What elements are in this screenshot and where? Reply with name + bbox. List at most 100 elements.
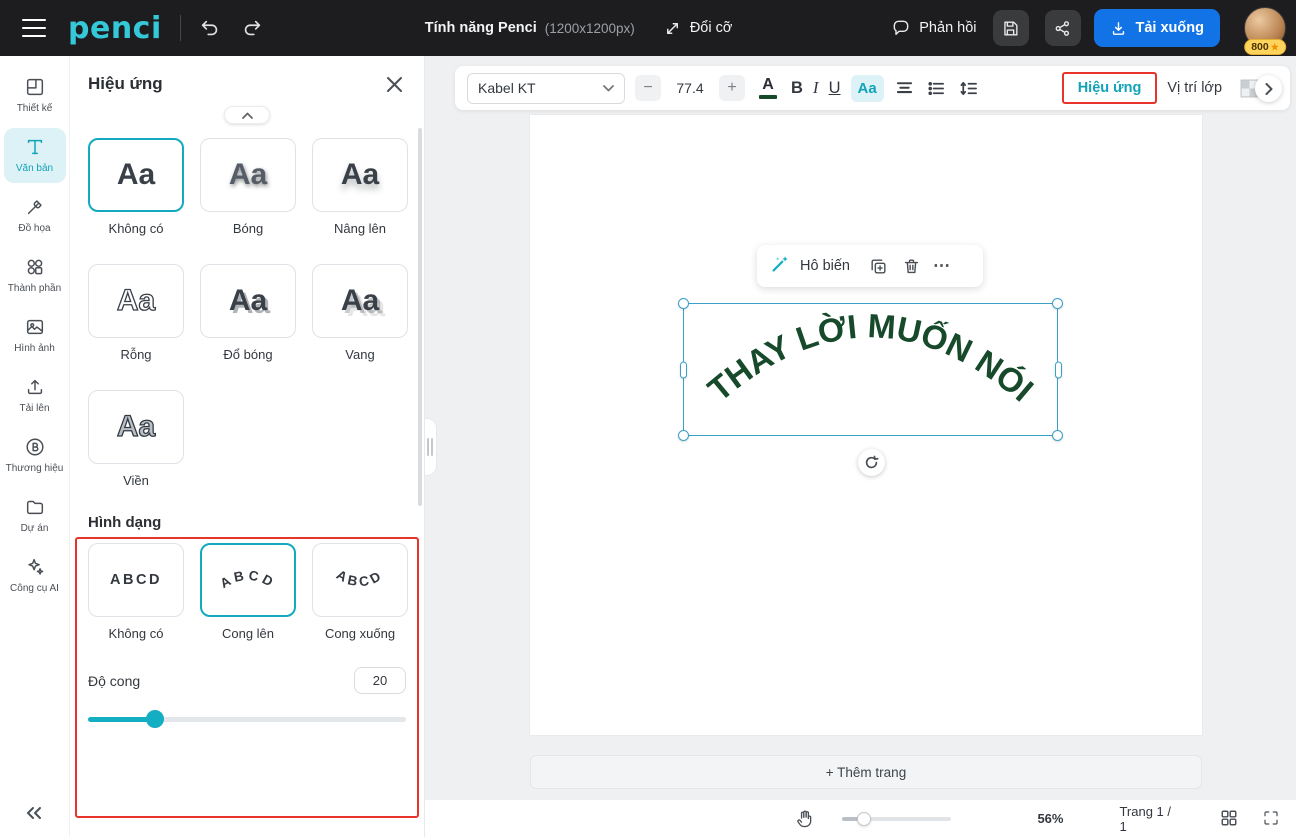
- font-select[interactable]: Kabel KT: [467, 73, 625, 104]
- chevron-down-icon: [603, 85, 614, 92]
- selected-text-element[interactable]: THAY LỜI MUỐN NÓI: [683, 303, 1058, 436]
- effect-card[interactable]: Aa: [88, 138, 184, 212]
- sidebar-item-graphics[interactable]: Đồ họa: [4, 188, 66, 243]
- bold-button[interactable]: B: [791, 79, 803, 98]
- document-title: Tính năng Penci: [425, 20, 537, 36]
- resize-button[interactable]: Đổi cỡ: [663, 19, 733, 38]
- rotate-icon: [864, 455, 879, 470]
- effect-card[interactable]: Aa: [312, 264, 408, 338]
- share-button[interactable]: [1045, 10, 1081, 46]
- undo-button[interactable]: [197, 15, 223, 41]
- redo-button[interactable]: [239, 15, 265, 41]
- canvas-page[interactable]: THAY LỜI MUỐN NÓI: [530, 115, 1202, 735]
- font-size-decrease-button[interactable]: −: [635, 75, 661, 101]
- collapse-sidebar-button[interactable]: [24, 804, 44, 827]
- effect-card[interactable]: Aa: [200, 264, 296, 338]
- curve-amount-input[interactable]: 20: [354, 667, 406, 694]
- list-button[interactable]: [926, 77, 948, 99]
- effects-button[interactable]: Hiệu ứng: [1068, 73, 1152, 103]
- slider-handle[interactable]: [146, 710, 164, 728]
- magic-wand-icon[interactable]: [769, 253, 791, 280]
- effects-panel: Hiệu ứng Aa Không có Aa Bóng Aa: [70, 56, 425, 837]
- text-icon: [24, 136, 46, 158]
- current-color-swatch: [759, 95, 777, 99]
- underline-button[interactable]: U: [829, 79, 841, 98]
- more-options-button[interactable]: ⋯: [933, 256, 951, 276]
- effect-card[interactable]: Aa: [88, 264, 184, 338]
- shape-card[interactable]: ABCD: [200, 543, 296, 617]
- effect-preview: Aa: [117, 286, 155, 316]
- feedback-button[interactable]: Phản hồi: [891, 18, 976, 38]
- effect-card-label: Vang: [312, 347, 408, 362]
- shape-card-curve-up: ABCD Cong lên: [200, 543, 296, 641]
- add-page-button[interactable]: + Thêm trang: [530, 755, 1202, 789]
- close-panel-button[interactable]: [382, 72, 406, 96]
- credits-badge[interactable]: 800 ★: [1244, 39, 1286, 55]
- sidebar-item-design[interactable]: Thiết kế: [4, 68, 66, 123]
- magic-transform-button[interactable]: Hô biến: [800, 258, 850, 274]
- layer-position-button[interactable]: Vị trí lớp: [1167, 80, 1222, 96]
- curve-slider[interactable]: [88, 710, 406, 728]
- sidebar-item-label: Dự án: [21, 523, 49, 534]
- font-size-value[interactable]: 77.4: [671, 80, 709, 96]
- save-button[interactable]: [993, 10, 1029, 46]
- align-center-icon: [895, 79, 914, 98]
- download-button[interactable]: Tải xuống: [1094, 9, 1220, 47]
- star-icon: ★: [1271, 42, 1279, 53]
- selection-handle-right[interactable]: [1055, 361, 1062, 378]
- line-spacing-button[interactable]: [958, 77, 980, 99]
- trash-icon: [902, 257, 921, 276]
- sidebar-item-text[interactable]: Văn bản: [4, 128, 66, 183]
- sidebar-item-ai-tools[interactable]: Công cụ AI: [4, 548, 66, 603]
- statusbar: 56% Trang 1 / 1: [425, 800, 1296, 837]
- align-button[interactable]: [894, 77, 916, 99]
- sidebar-item-label: Tải lên: [19, 403, 49, 414]
- selection-handle-top-left[interactable]: [678, 298, 689, 309]
- selection-handle-bottom-right[interactable]: [1052, 430, 1063, 441]
- selection-handle-left[interactable]: [680, 361, 687, 378]
- text-color-button[interactable]: A: [755, 77, 781, 99]
- sidebar-item-brand[interactable]: Thương hiệu: [4, 428, 66, 483]
- sidebar-item-elements[interactable]: Thành phần: [4, 248, 66, 303]
- sidebar-item-images[interactable]: Hình ảnh: [4, 308, 66, 363]
- selection-handle-top-right[interactable]: [1052, 298, 1063, 309]
- zoom-slider[interactable]: [842, 811, 951, 827]
- save-icon: [1001, 19, 1020, 38]
- divider: [180, 15, 181, 41]
- pan-tool-button[interactable]: [795, 808, 816, 830]
- shape-card[interactable]: ABCD: [312, 543, 408, 617]
- fullscreen-icon: [1262, 809, 1280, 827]
- document-info: Tính năng Penci (1200x1200px) Đổi cỡ: [425, 19, 733, 38]
- upload-icon: [24, 376, 46, 398]
- panel-resize-handle[interactable]: [425, 418, 437, 476]
- effect-card[interactable]: Aa: [88, 390, 184, 464]
- text-case-button[interactable]: Aa: [851, 75, 884, 102]
- duplicate-button[interactable]: [867, 254, 891, 278]
- sidebar-item-label: Văn bản: [16, 163, 53, 174]
- zoom-level: 56%: [1037, 811, 1063, 826]
- sidebar-item-projects[interactable]: Dự án: [4, 488, 66, 543]
- selection-handle-bottom-left[interactable]: [678, 430, 689, 441]
- grid-view-button[interactable]: [1220, 809, 1238, 829]
- collapse-section-button[interactable]: [224, 106, 270, 124]
- shape-card-label: Không có: [88, 626, 184, 641]
- effect-preview: Aa: [341, 160, 379, 190]
- delete-button[interactable]: [900, 254, 924, 278]
- zoom-slider-handle[interactable]: [857, 812, 871, 826]
- curved-text: THAY LỜI MUỐN NÓI: [684, 304, 1057, 435]
- sidebar-item-uploads[interactable]: Tải lên: [4, 368, 66, 423]
- panel-scrollbar[interactable]: [418, 128, 422, 506]
- effect-card[interactable]: Aa: [312, 138, 408, 212]
- effect-preview: Aa: [229, 286, 267, 316]
- italic-button[interactable]: I: [813, 78, 819, 98]
- font-size-increase-button[interactable]: +: [719, 75, 745, 101]
- toolbar-more-button[interactable]: [1255, 75, 1282, 102]
- rotate-handle[interactable]: [858, 449, 885, 476]
- download-icon: [1110, 20, 1127, 37]
- effect-card[interactable]: Aa: [200, 138, 296, 212]
- topbar: penci Tính năng Penci (1200x1200px) Đổi …: [0, 0, 1296, 56]
- panel-title: Hiệu ứng: [88, 74, 163, 94]
- fullscreen-button[interactable]: [1262, 809, 1280, 829]
- menu-icon[interactable]: [22, 19, 46, 37]
- shape-card[interactable]: ABCD: [88, 543, 184, 617]
